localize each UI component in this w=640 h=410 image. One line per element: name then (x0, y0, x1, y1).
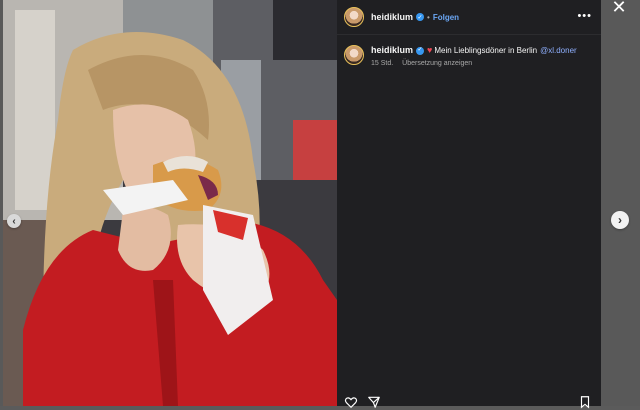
chevron-right-icon[interactable]: › (611, 211, 629, 229)
post-sidebar: heidiklum ✓ • Folgen ••• heidiklum ✓ ♥ M… (337, 0, 601, 409)
heart-emoji-icon: ♥ (427, 45, 433, 55)
post-photo (3, 0, 337, 406)
bookmark-icon[interactable] (578, 395, 592, 409)
action-bar (344, 394, 592, 410)
caption-meta: 15 Std. Übersetzung anzeigen (371, 60, 577, 67)
timestamp: 15 Std. (371, 60, 394, 67)
caption-verified-icon: ✓ (416, 46, 425, 55)
caption-message: Mein Lieblingsdöner in Berlin (434, 46, 538, 55)
post-header: heidiklum ✓ • Folgen ••• (337, 0, 601, 35)
follow-button[interactable]: Folgen (433, 13, 459, 22)
post-modal: heidiklum ✓ • Folgen ••• heidiklum ✓ ♥ M… (3, 0, 601, 409)
close-icon[interactable]: ✕ (610, 0, 628, 16)
post-media[interactable] (3, 0, 337, 406)
send-icon[interactable] (367, 395, 381, 409)
caption-text: heidiklum ✓ ♥ Mein Lieblingsdöner in Ber… (371, 45, 577, 56)
separator-dot: • (427, 12, 430, 22)
caption-username[interactable]: heidiklum (371, 45, 413, 56)
heart-icon[interactable] (344, 395, 358, 409)
more-options-icon[interactable]: ••• (577, 10, 592, 22)
caption-body: heidiklum ✓ ♥ Mein Lieblingsdöner in Ber… (371, 45, 577, 67)
avatar[interactable] (344, 7, 364, 27)
caption-avatar[interactable] (344, 45, 364, 65)
verified-badge-icon: ✓ (416, 13, 425, 21)
translate-link[interactable]: Übersetzung anzeigen (402, 60, 472, 67)
username-link[interactable]: heidiklum (371, 12, 413, 22)
chevron-left-icon[interactable]: ‹ (7, 214, 21, 228)
caption: heidiklum ✓ ♥ Mein Lieblingsdöner in Ber… (337, 35, 601, 67)
mention-link[interactable]: @xl.doner (540, 45, 577, 56)
